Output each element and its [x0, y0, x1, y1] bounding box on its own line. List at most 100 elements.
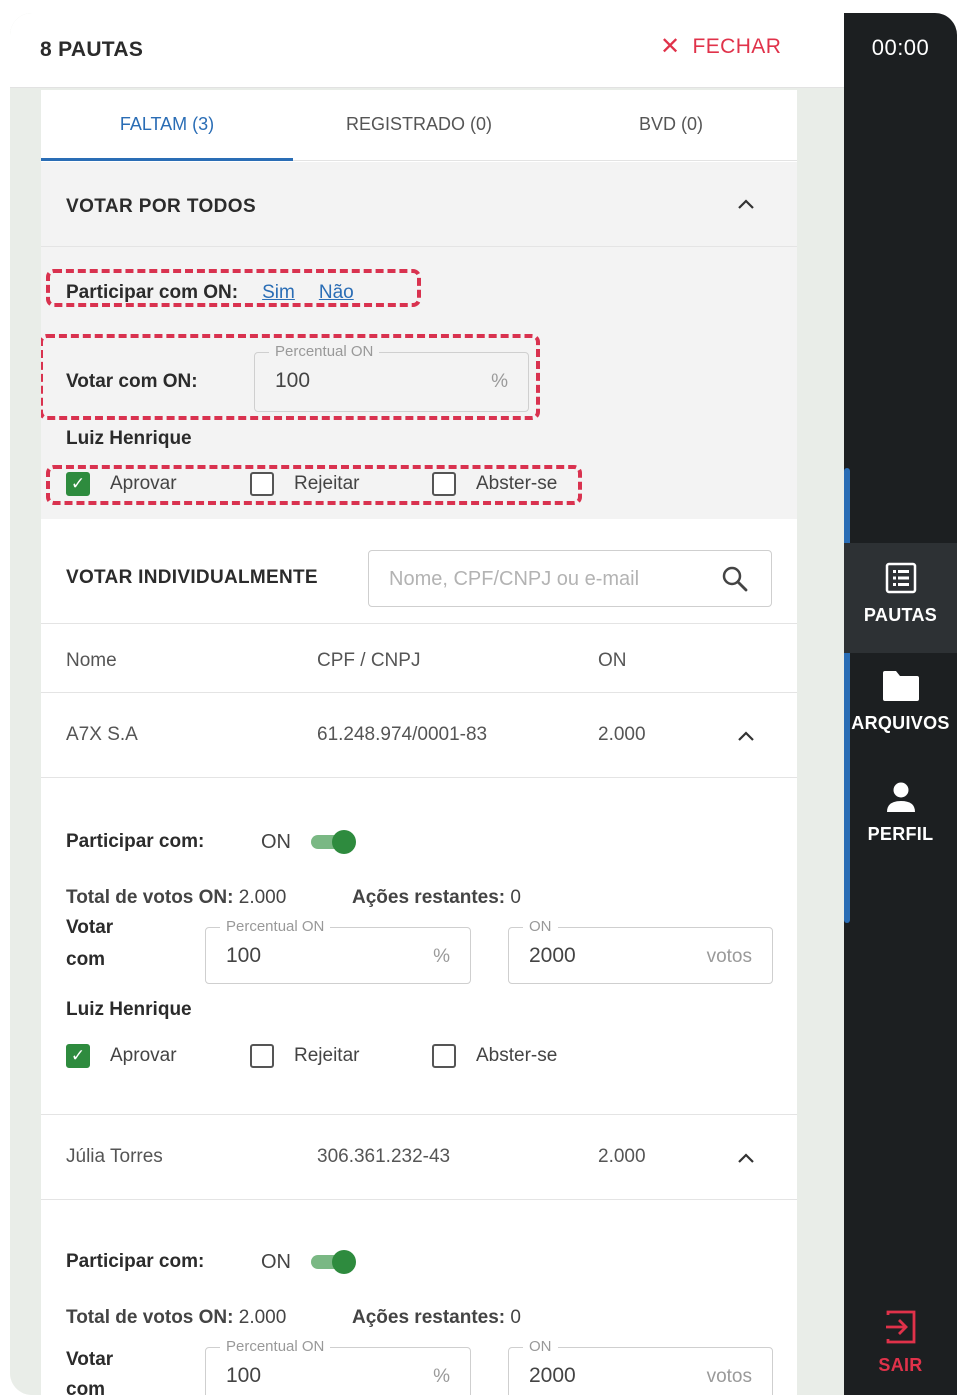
- folder-icon: [882, 671, 919, 701]
- total-votos: Total de votos ON: 2.000: [66, 1307, 286, 1329]
- on-votes-field[interactable]: ON 2000 votos: [508, 1338, 773, 1395]
- toggle-knob: [332, 830, 356, 854]
- nav-perfil[interactable]: PERFIL: [844, 780, 957, 880]
- highlight-options: [46, 465, 582, 505]
- participar-com-label: Participar com:: [66, 831, 205, 852]
- row-detail: Participar com: ON Total de votos ON: 2.…: [41, 779, 797, 1115]
- option-rejeitar-label: Rejeitar: [294, 1045, 360, 1066]
- acoes-restantes-label: Ações restantes:: [352, 887, 506, 908]
- search-input[interactable]: [389, 565, 709, 593]
- percent-on-value: 100: [226, 944, 262, 967]
- nav-perfil-label: PERFIL: [867, 824, 934, 844]
- percent-suffix: %: [433, 946, 450, 967]
- nav-pautas[interactable]: PAUTAS: [844, 543, 957, 653]
- logout-icon: [885, 1310, 915, 1344]
- percent-on-field[interactable]: Percentual ON 100 %: [205, 918, 471, 984]
- total-votos-label: Total de votos ON:: [66, 1307, 234, 1328]
- search-box[interactable]: [368, 550, 772, 607]
- acoes-restantes-value: 0: [510, 887, 521, 908]
- row-on: 2.000: [598, 1146, 646, 1167]
- total-votos-value: 2.000: [238, 887, 287, 908]
- row-doc: 306.361.232-43: [317, 1146, 451, 1167]
- on-votes-value: 2000: [529, 944, 576, 967]
- chevron-up-icon[interactable]: [737, 1152, 755, 1164]
- close-label: FECHAR: [692, 35, 782, 58]
- percent-on-value: 100: [226, 1364, 262, 1387]
- voter-name: Luiz Henrique: [66, 999, 192, 1020]
- vote-options: ✓ Aprovar Rejeitar Abster-se: [66, 1044, 586, 1072]
- total-votos: Total de votos ON: 2.000: [66, 887, 286, 909]
- on-votes-legend: ON: [523, 918, 558, 935]
- col-cpf-cnpj: CPF / CNPJ: [317, 650, 421, 671]
- panel-title: 8 PAUTAS: [40, 38, 144, 61]
- acoes-restantes: Ações restantes: 0: [352, 1307, 521, 1329]
- checkbox-icon[interactable]: [432, 1044, 456, 1068]
- highlight-participar: [46, 269, 421, 307]
- percent-on-field[interactable]: Percentual ON 100 %: [205, 1338, 471, 1395]
- col-nome: Nome: [66, 650, 117, 671]
- option-abster-label: Abster-se: [476, 1045, 558, 1066]
- option-abster[interactable]: Abster-se: [432, 1044, 557, 1068]
- table-row[interactable]: Júlia Torres 306.361.232-43 2.000: [41, 1116, 797, 1200]
- on-votes-value: 2000: [529, 1364, 576, 1387]
- votes-suffix: votos: [706, 1366, 752, 1387]
- acoes-restantes-label: Ações restantes:: [352, 1307, 506, 1328]
- nav-arquivos[interactable]: ARQUIVOS: [844, 669, 957, 769]
- side-navigation: 00:00 PAUTAS ARQUIVOS PERFIL SAIR: [844, 13, 957, 1395]
- on-votes-legend: ON: [523, 1338, 558, 1355]
- table-row[interactable]: A7X S.A 61.248.974/0001-83 2.000: [41, 694, 797, 778]
- percent-on-legend: Percentual ON: [220, 1338, 331, 1355]
- row-name: A7X S.A: [66, 724, 138, 745]
- participar-toggle[interactable]: [311, 830, 356, 854]
- percent-suffix: %: [433, 1366, 450, 1387]
- option-aprovar-label: Aprovar: [110, 1045, 177, 1066]
- on-votes-field[interactable]: ON 2000 votos: [508, 918, 773, 984]
- chevron-up-icon[interactable]: [737, 198, 755, 210]
- row-on: 2.000: [598, 724, 646, 745]
- panel-header: 8 PAUTAS ✕ FECHAR: [10, 13, 844, 88]
- close-icon: ✕: [660, 33, 681, 60]
- close-button[interactable]: ✕ FECHAR: [660, 35, 781, 59]
- acoes-restantes: Ações restantes: 0: [352, 887, 521, 909]
- tab-bar: FALTAM (3) REGISTRADO (0) BVD (0): [41, 90, 797, 161]
- chevron-up-icon[interactable]: [737, 730, 755, 742]
- pautas-panel: 8 PAUTAS ✕ FECHAR FALTAM (3) REGISTRADO …: [10, 13, 844, 1395]
- nav-arquivos-label: ARQUIVOS: [851, 713, 950, 733]
- tab-bvd[interactable]: BVD (0): [545, 114, 797, 135]
- participar-toggle[interactable]: [311, 1250, 356, 1274]
- votar-label: Votar: [66, 1349, 114, 1370]
- vote-individual-header: VOTAR INDIVIDUALMENTE: [41, 519, 797, 624]
- logout-button[interactable]: SAIR: [844, 1309, 957, 1389]
- logout-label: SAIR: [878, 1355, 923, 1375]
- pautas-content: FALTAM (3) REGISTRADO (0) BVD (0) VOTAR …: [41, 90, 797, 1395]
- voter-name: Luiz Henrique: [66, 428, 192, 449]
- list-icon: [885, 562, 916, 594]
- com-label: com: [66, 949, 106, 970]
- participar-value: ON: [261, 1251, 291, 1273]
- votes-suffix: votos: [706, 946, 752, 967]
- participar-com-label: Participar com:: [66, 1251, 205, 1272]
- toggle-knob: [332, 1250, 356, 1274]
- vote-all-header[interactable]: VOTAR POR TODOS: [41, 162, 797, 247]
- highlight-votar: [41, 334, 540, 420]
- table-header: Nome CPF / CNPJ ON: [41, 625, 797, 693]
- option-rejeitar[interactable]: Rejeitar: [250, 1044, 359, 1068]
- tab-faltam[interactable]: FALTAM (3): [41, 114, 293, 135]
- active-tab-indicator: [41, 158, 293, 161]
- tab-registrado[interactable]: REGISTRADO (0): [293, 114, 545, 135]
- search-icon[interactable]: [721, 565, 749, 593]
- row-name: Júlia Torres: [66, 1146, 163, 1167]
- acoes-restantes-value: 0: [510, 1307, 521, 1328]
- vote-all-title: VOTAR POR TODOS: [66, 196, 257, 217]
- total-votos-label: Total de votos ON:: [66, 887, 234, 908]
- total-votos-value: 2.000: [238, 1307, 287, 1328]
- option-aprovar[interactable]: ✓ Aprovar: [66, 1044, 177, 1068]
- checkbox-checked-icon[interactable]: ✓: [66, 1044, 90, 1068]
- checkbox-icon[interactable]: [250, 1044, 274, 1068]
- nav-pautas-label: PAUTAS: [863, 605, 938, 625]
- vote-all-section: VOTAR POR TODOS Participar com ON: Sim N…: [41, 162, 797, 519]
- session-timer: 00:00: [871, 35, 930, 60]
- vote-individual-title: VOTAR INDIVIDUALMENTE: [66, 567, 318, 588]
- app-window: 8 PAUTAS ✕ FECHAR FALTAM (3) REGISTRADO …: [10, 13, 957, 1395]
- row-detail: Participar com: ON Total de votos ON: 2.…: [41, 1201, 797, 1395]
